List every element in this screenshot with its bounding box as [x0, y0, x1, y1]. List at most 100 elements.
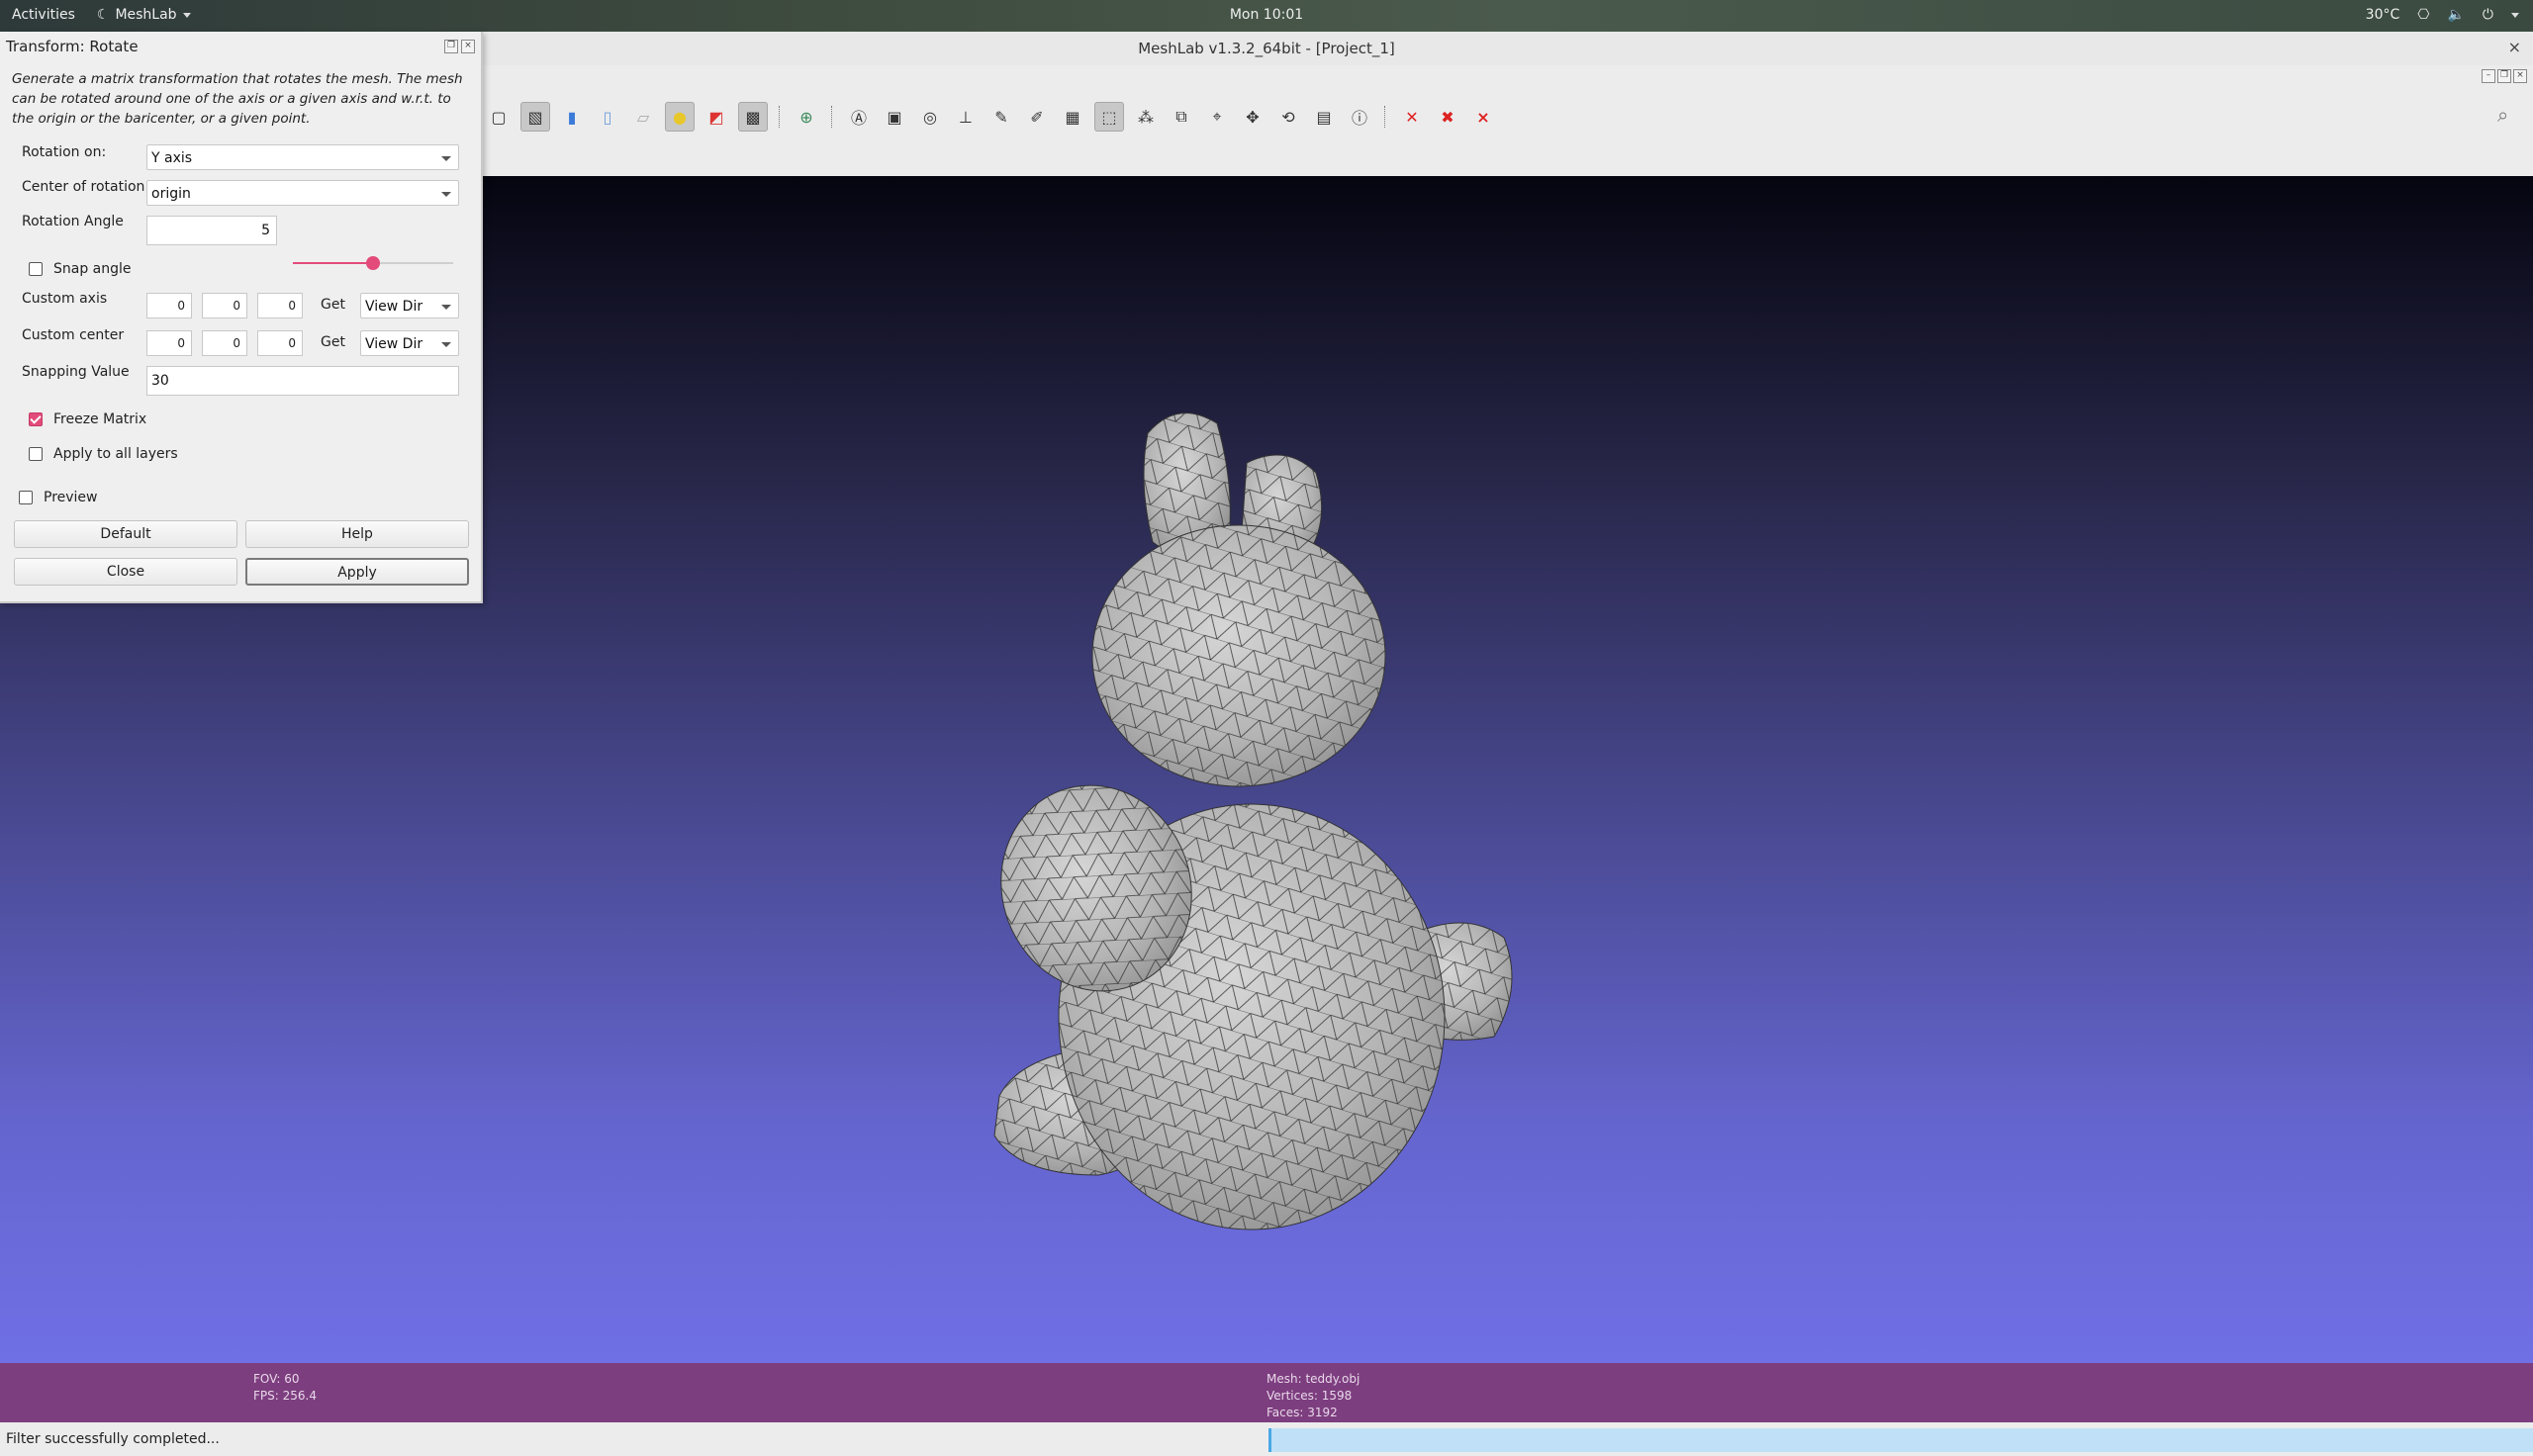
custom-center-z-input[interactable]: 0 — [257, 330, 303, 356]
app-menu[interactable]: ☾ MeshLab — [97, 7, 191, 23]
fov-readout: FOV: 60 — [253, 1372, 300, 1386]
wireframe-icon[interactable]: ▧ — [520, 102, 550, 132]
custom-center-viewdir-select[interactable]: View Dir — [360, 330, 459, 356]
move-icon[interactable]: ✥ — [1239, 103, 1266, 131]
faces-count: Faces: 3192 — [1266, 1406, 1338, 1419]
custom-center-viewdir-value: View Dir — [365, 336, 423, 352]
help-button[interactable]: Help — [245, 520, 469, 548]
texture-icon[interactable]: ▩ — [738, 102, 768, 132]
close-button[interactable]: Close — [14, 558, 237, 586]
measure-icon[interactable]: ▣ — [881, 103, 908, 131]
custom-axis-viewdir-select[interactable]: View Dir — [360, 293, 459, 318]
raster-icon[interactable]: ▤ — [1310, 103, 1338, 131]
info-icon[interactable]: ⓘ — [1346, 103, 1373, 131]
filter-dialog: Transform: Rotate ❐ × Generate a matrix … — [0, 32, 483, 603]
custom-axis-y-input[interactable]: 0 — [202, 293, 247, 318]
snap-angle-label: Snap angle — [53, 261, 132, 277]
custom-axis-z-input[interactable]: 0 — [257, 293, 303, 318]
chevron-down-icon — [441, 156, 451, 161]
apply-all-layers-checkbox[interactable] — [29, 447, 43, 461]
vertices-count: Vertices: 1598 — [1266, 1389, 1353, 1403]
meshlab-icon: ☾ — [96, 7, 110, 23]
delete-all-icon[interactable]: ⨯ — [1469, 103, 1497, 131]
center-of-rotation-select[interactable]: origin — [146, 180, 459, 206]
custom-axis-label: Custom axis — [22, 291, 108, 307]
globe-icon[interactable]: ⊕ — [793, 103, 820, 131]
axes-icon[interactable]: ⊥ — [952, 103, 980, 131]
rotation-angle-input[interactable]: 5 — [146, 216, 277, 245]
mdi-restore-button[interactable]: ❐ — [2497, 69, 2511, 83]
snap-angle-checkbox[interactable] — [29, 262, 43, 276]
teddy-bear-model — [993, 412, 1513, 1230]
rotate-icon[interactable]: ⟲ — [1274, 103, 1302, 131]
smooth-icon[interactable]: ▱ — [629, 103, 657, 131]
delete-face-icon[interactable]: ✕ — [1398, 103, 1426, 131]
align-icon[interactable]: ⧉ — [1168, 103, 1195, 131]
paint-icon[interactable]: ✐ — [1023, 103, 1051, 131]
system-menu-chevron-icon[interactable] — [2511, 12, 2519, 18]
mdi-close-button[interactable]: × — [2513, 69, 2527, 83]
mesh-info: Mesh: teddy.obj Vertices: 1598 Faces: 31… — [1266, 1371, 1360, 1421]
search-icon[interactable]: ⌕ — [2497, 103, 2523, 129]
volume-icon[interactable]: 🔈 — [2447, 7, 2464, 23]
dialog-float-button[interactable]: ❐ — [444, 40, 458, 53]
status-bar: Filter successfully completed... — [0, 1422, 2533, 1456]
mesh-icon[interactable]: ◎ — [916, 103, 944, 131]
activities-button[interactable]: Activities — [12, 7, 75, 23]
dialog-controls: ❐ × — [444, 40, 475, 53]
snapping-value-label: Snapping Value — [22, 364, 130, 380]
preview-label: Preview — [44, 490, 98, 505]
chevron-down-icon — [441, 305, 451, 310]
window-close-button[interactable]: × — [2508, 38, 2521, 56]
toolbar-separator — [831, 106, 834, 128]
pick-icon[interactable]: ⌖ — [1203, 103, 1231, 131]
select-vertices-icon[interactable]: ⁂ — [1132, 103, 1160, 131]
freeze-matrix-label: Freeze Matrix — [53, 411, 147, 427]
pen-icon[interactable]: ✎ — [987, 103, 1015, 131]
light-icon[interactable]: ● — [665, 102, 695, 132]
dialog-close-button[interactable]: × — [461, 40, 475, 53]
toolbar-separator — [779, 106, 782, 128]
clock[interactable]: Mon 10:01 — [1230, 7, 1303, 23]
fps-readout: FPS: 256.4 — [253, 1389, 317, 1403]
custom-axis-x-input[interactable]: 0 — [146, 293, 192, 318]
center-of-rotation-value: origin — [151, 186, 191, 202]
flat-icon[interactable]: ▯ — [594, 103, 621, 131]
progress-bar — [1268, 1428, 2533, 1452]
apply-all-layers-label: Apply to all layers — [53, 446, 178, 462]
view-info: FOV: 60 FPS: 256.4 — [253, 1371, 317, 1405]
delete-vertex-icon[interactable]: ✖ — [1434, 103, 1461, 131]
custom-center-x-input[interactable]: 0 — [146, 330, 192, 356]
freeze-matrix-checkbox[interactable] — [29, 412, 43, 426]
rotation-angle-slider-handle[interactable] — [366, 256, 380, 270]
system-top-bar: Activities ☾ MeshLab Mon 10:01 30°C ⎔ 🔈 … — [0, 0, 2533, 32]
network-icon[interactable]: ⎔ — [2417, 7, 2429, 23]
select-faces-icon[interactable]: ⬚ — [1094, 102, 1124, 132]
power-icon[interactable]: ⏻ — [2483, 7, 2493, 23]
layers-icon[interactable]: ▦ — [1059, 103, 1086, 131]
viewport-info-bar: FOV: 60 FPS: 256.4 Mesh: teddy.obj Verti… — [0, 1363, 2533, 1422]
apply-button[interactable]: Apply — [245, 558, 469, 586]
annotation-icon[interactable]: Ⓐ — [845, 103, 873, 131]
toolbar-separator — [1384, 106, 1387, 128]
rotation-angle-label: Rotation Angle — [22, 214, 124, 229]
snapping-value-input[interactable]: 30 — [146, 366, 459, 396]
custom-center-y-input[interactable]: 0 — [202, 330, 247, 356]
points-icon[interactable]: ▮ — [558, 103, 586, 131]
default-button[interactable]: Default — [14, 520, 237, 548]
main-toolbar: ▢ ▧ ▮ ▯ ▱ ● ◩ ▩ ⊕ Ⓐ ▣ ◎ ⊥ ✎ ✐ ▦ ⬚ ⁂ ⧉ ⌖ … — [485, 95, 1497, 138]
custom-axis-viewdir-value: View Dir — [365, 299, 423, 315]
color-icon[interactable]: ◩ — [703, 103, 730, 131]
dialog-title: Transform: Rotate — [6, 38, 139, 55]
center-of-rotation-label: Center of rotation: — [22, 179, 150, 195]
temperature-indicator[interactable]: 30°C — [2366, 7, 2400, 23]
dialog-description: Generate a matrix transformation that ro… — [12, 71, 463, 127]
box-icon[interactable]: ▢ — [485, 103, 513, 131]
status-message: Filter successfully completed... — [6, 1431, 220, 1447]
chevron-down-icon — [441, 342, 451, 347]
rotation-on-select[interactable]: Y axis — [146, 144, 459, 170]
preview-checkbox[interactable] — [19, 491, 33, 504]
rotation-angle-slider-fill — [293, 262, 373, 264]
mdi-minimize-button[interactable]: – — [2482, 69, 2495, 83]
chevron-down-icon — [182, 12, 191, 18]
